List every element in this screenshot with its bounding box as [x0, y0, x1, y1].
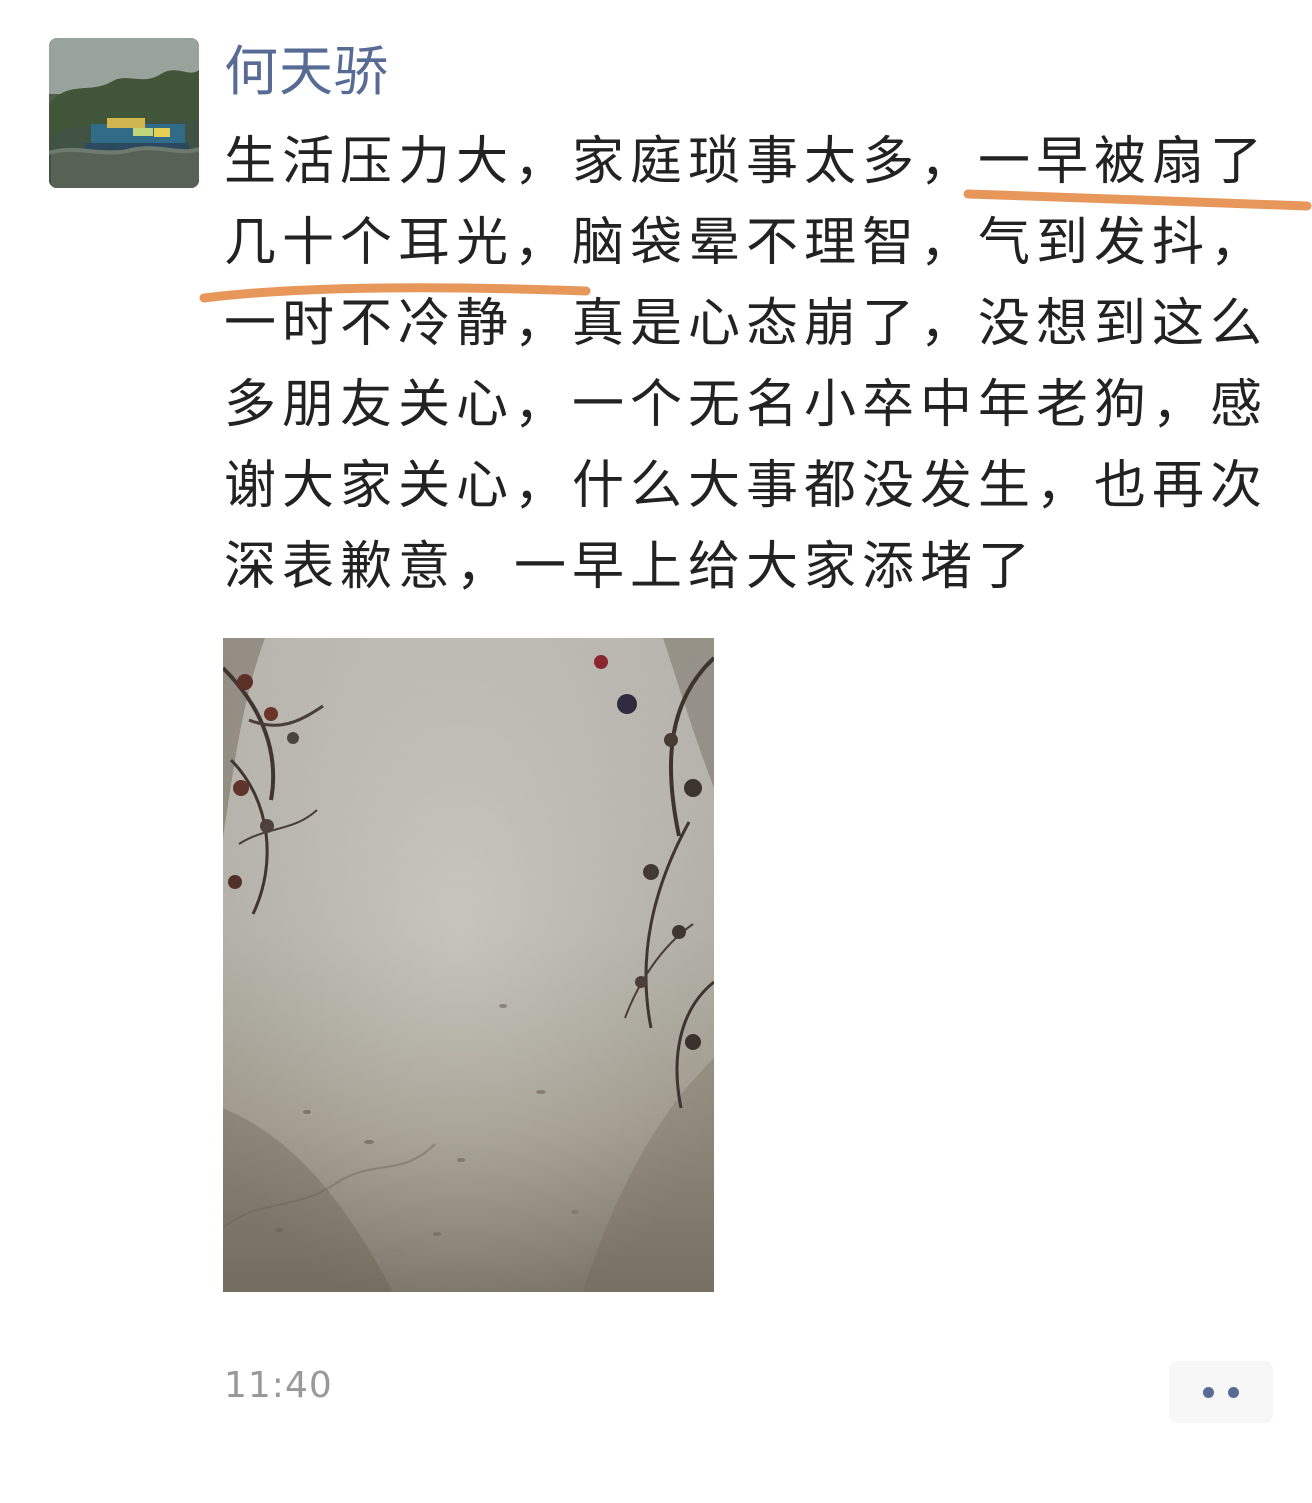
post-time: 11:40 [224, 1365, 333, 1406]
post-text: 生活压力大，家庭琐事太多，一早被扇了几十个耳光，脑袋晕不理智，气到发抖，一时不冷… [224, 132, 1269, 597]
moments-post: 何天骄 生活压力大，家庭琐事太多，一早被扇了几十个耳光，脑袋晕不理智，气到发抖，… [0, 0, 1312, 1503]
more-dots-icon [1203, 1386, 1214, 1398]
more-button[interactable] [1169, 1361, 1273, 1423]
author-name[interactable]: 何天骄 [224, 36, 389, 108]
more-dots-icon [1228, 1386, 1239, 1398]
avatar[interactable] [49, 38, 199, 188]
post-photo[interactable] [223, 638, 714, 1292]
